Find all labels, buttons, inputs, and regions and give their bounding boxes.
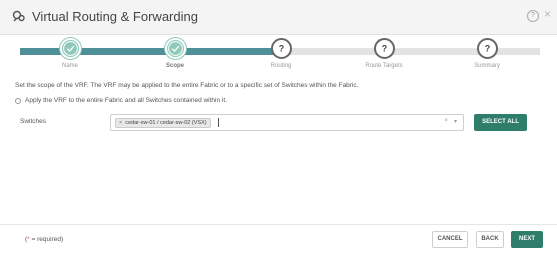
switches-label: Switches <box>20 118 47 125</box>
dialog-title: Virtual Routing & Forwarding <box>32 9 198 24</box>
question-icon: ? <box>476 38 498 59</box>
step-scope[interactable]: Scope <box>135 38 215 69</box>
svg-text:?: ? <box>381 44 386 54</box>
step-routing[interactable]: ? Routing <box>241 38 321 69</box>
switches-select[interactable]: × cedar-sw-01 / cedar-sw-02 (VSX) × ▾ <box>110 114 464 131</box>
help-icon[interactable]: ? <box>527 10 539 22</box>
check-icon <box>59 38 81 59</box>
step-label: Routing <box>270 63 292 69</box>
back-button[interactable]: BACK <box>476 231 504 248</box>
question-icon: ? <box>373 38 395 59</box>
dialog-header: Virtual Routing & Forwarding ? × <box>0 0 557 35</box>
step-name[interactable]: Name <box>30 38 110 69</box>
svg-text:?: ? <box>484 44 489 54</box>
step-label: Summary <box>474 63 500 69</box>
scope-description: Set the scope of the VRF. The VRF may be… <box>15 82 359 89</box>
selected-switch-label: cedar-sw-01 / cedar-sw-02 (VSX) <box>125 120 207 126</box>
required-note: (* = required) <box>25 236 63 243</box>
text-cursor <box>218 118 219 127</box>
check-icon <box>164 38 186 59</box>
next-button[interactable]: NEXT <box>511 231 543 248</box>
vrf-icon <box>12 10 25 22</box>
question-icon: ? <box>270 38 292 59</box>
chevron-down-icon[interactable]: ▾ <box>454 118 457 125</box>
cancel-button[interactable]: CANCEL <box>432 231 468 248</box>
wizard-progress: Name Scope ? Routing ? Route Targets ? S… <box>0 38 557 78</box>
radio-label: Apply the VRF to the entire Fabric and a… <box>25 97 227 104</box>
close-icon[interactable]: × <box>544 7 551 21</box>
apply-entire-fabric-option[interactable]: Apply the VRF to the entire Fabric and a… <box>15 97 227 104</box>
footer-divider <box>0 224 557 225</box>
step-label: Name <box>61 63 78 69</box>
svg-text:?: ? <box>278 44 283 54</box>
remove-tag-icon[interactable]: × <box>119 120 122 126</box>
step-summary[interactable]: ? Summary <box>447 38 527 69</box>
step-label: Route Targets <box>365 63 403 69</box>
selected-switch-tag: × cedar-sw-01 / cedar-sw-02 (VSX) <box>115 118 211 128</box>
step-label: Scope <box>165 63 184 69</box>
step-route-targets[interactable]: ? Route Targets <box>344 38 424 69</box>
clear-icon[interactable]: × <box>444 118 448 124</box>
select-all-button[interactable]: SELECT ALL <box>474 114 527 131</box>
required-text: = required) <box>29 236 64 243</box>
radio-button[interactable] <box>15 97 21 104</box>
